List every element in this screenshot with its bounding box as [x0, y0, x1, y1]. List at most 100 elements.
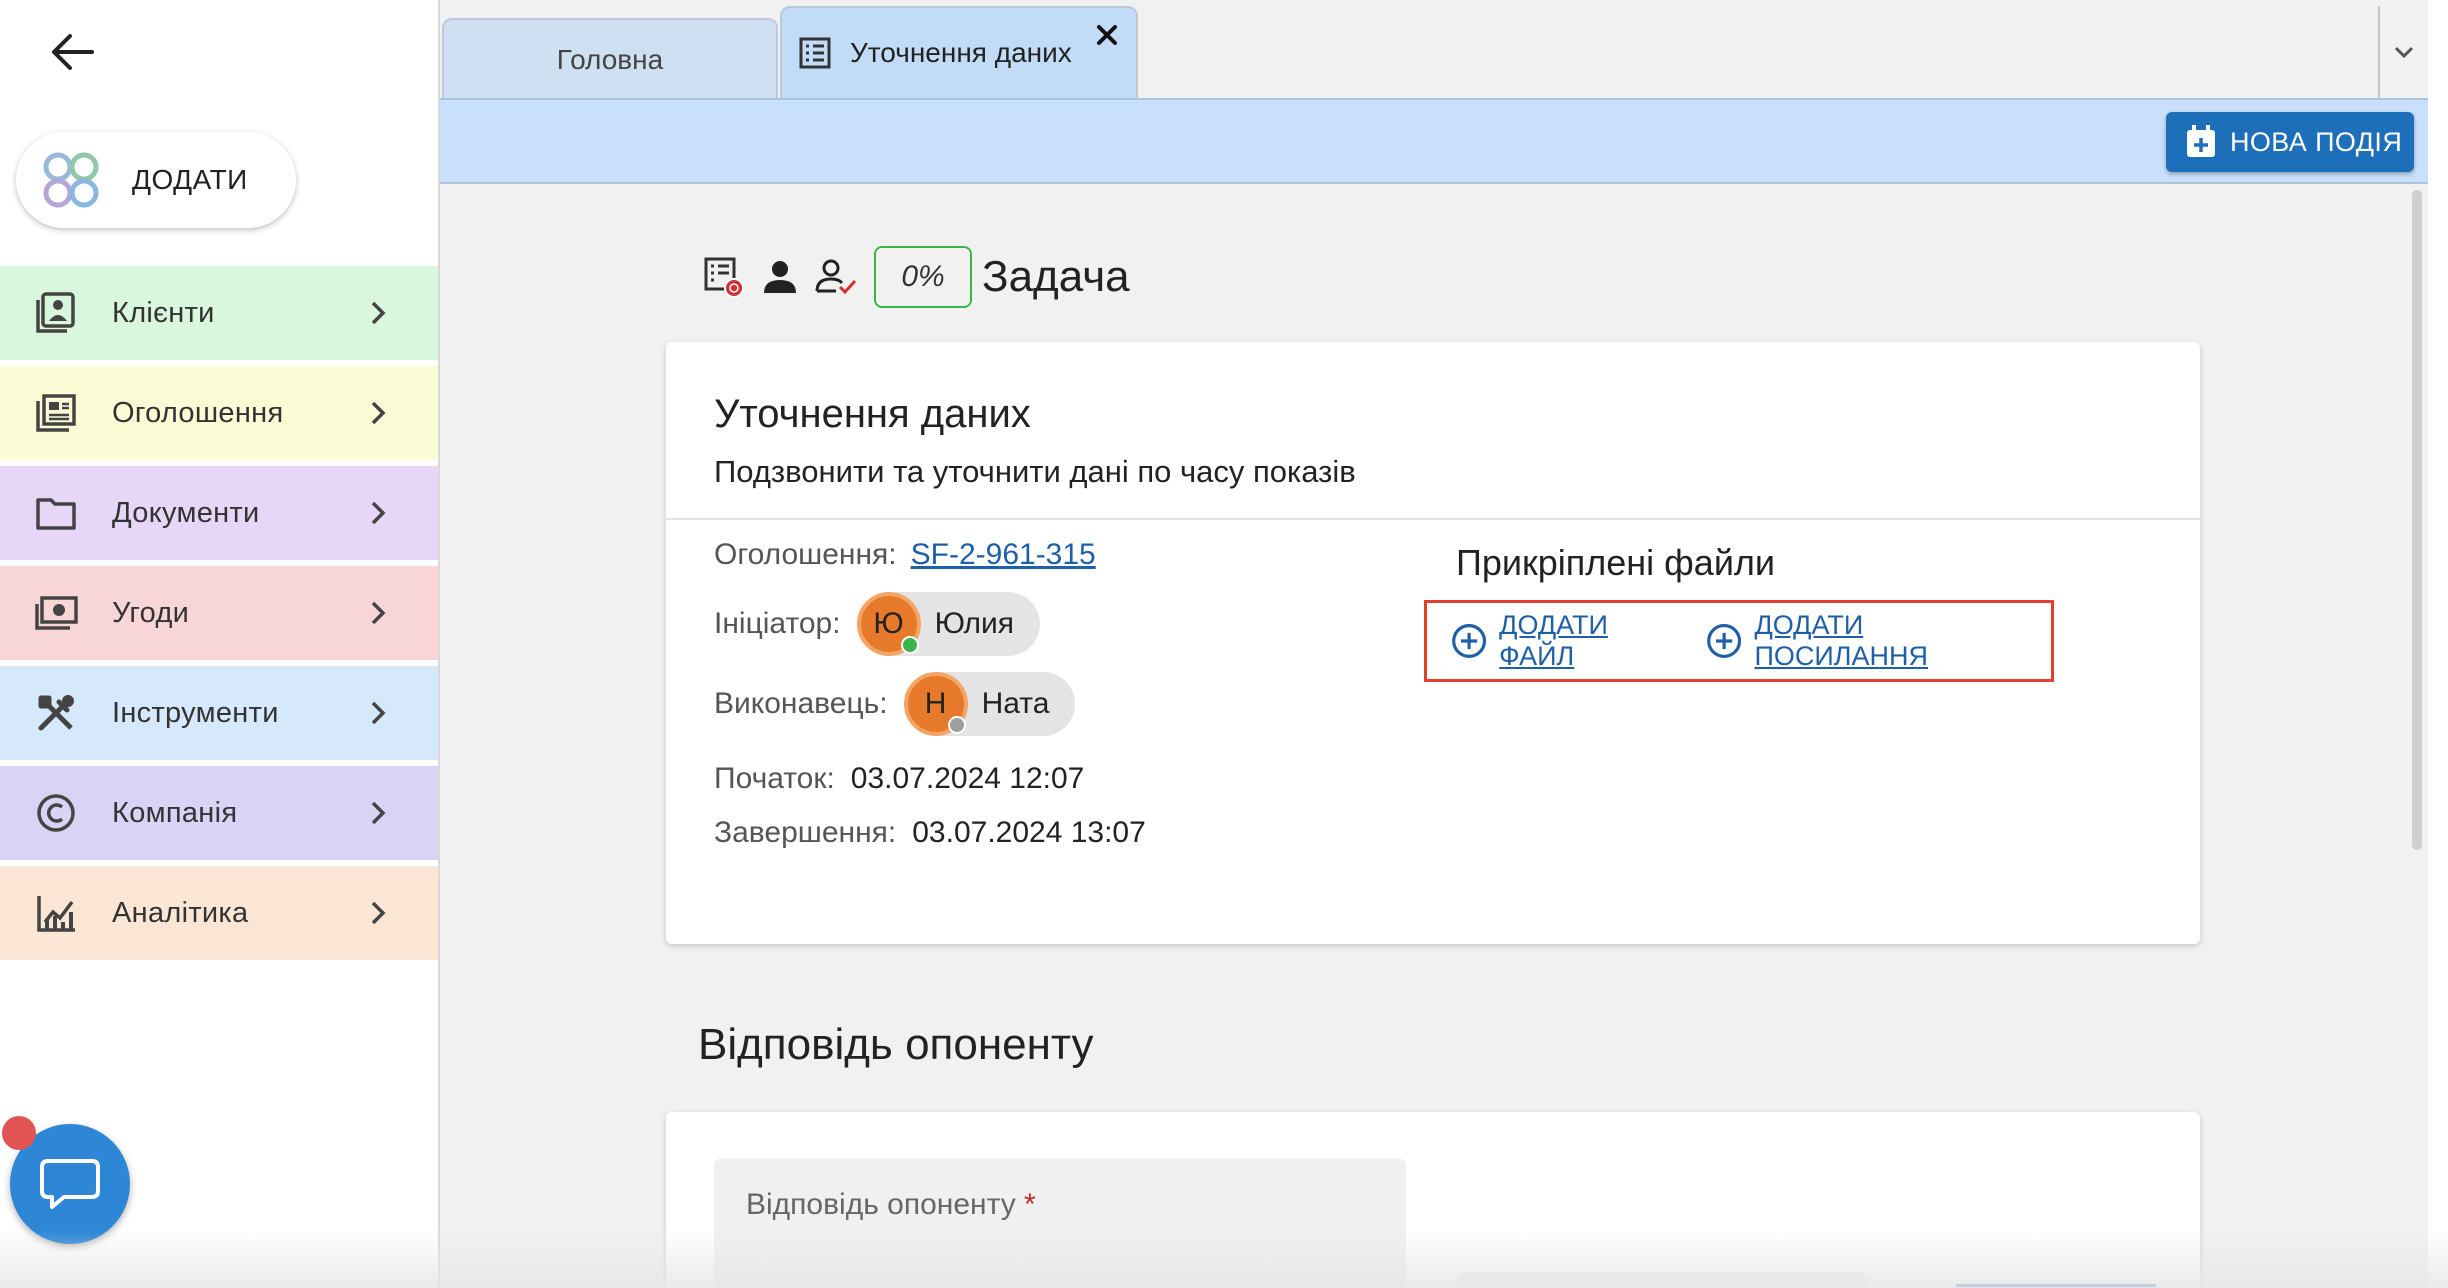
- add-button-label: ДОДАТИ: [132, 164, 248, 195]
- ad-label: Оголошення:: [714, 538, 897, 571]
- add-link-button[interactable]: ДОДАТИ ПОСИЛАННЯ: [1706, 610, 2017, 672]
- tab-task[interactable]: Уточнення даних: [780, 6, 1138, 98]
- file-actions: ДОДАТИ ФАЙЛ ДОДАТИ ПОСИЛАННЯ: [1424, 600, 2054, 682]
- sidebar-item-label: Оголошення: [112, 396, 284, 429]
- chat-bubble-icon: [40, 1159, 100, 1209]
- initiator-name: Юлия: [934, 607, 1015, 640]
- ad-link[interactable]: SF-2-961-315: [911, 538, 1096, 572]
- chart-icon: [34, 891, 78, 935]
- money-icon: [34, 591, 78, 635]
- copyright-icon: [34, 791, 78, 835]
- tab-label: Уточнення даних: [850, 37, 1072, 68]
- add-link-label: ДОДАТИ ПОСИЛАННЯ: [1754, 610, 1929, 671]
- start-value: 03.07.2024 12:07: [850, 762, 1085, 795]
- person-icon: [756, 253, 804, 301]
- add-file-label: ДОДАТИ ФАЙЛ: [1499, 610, 1608, 671]
- executor-name: Ната: [981, 687, 1050, 720]
- task-status-icon: [700, 253, 748, 301]
- avatar: Ю: [856, 592, 921, 656]
- answer-section-title: Відповідь опоненту: [698, 1020, 1094, 1069]
- chevron-right-icon: [371, 501, 386, 525]
- initiator-chip[interactable]: Ю Юлия: [856, 592, 1041, 656]
- new-event-button[interactable]: НОВА ПОДІЯ: [2166, 112, 2414, 172]
- initiator-row: Ініціатор: Ю Юлия: [714, 592, 1041, 656]
- online-status-dot: [900, 636, 919, 654]
- contacts-icon: [34, 291, 78, 335]
- tabs-more-button[interactable]: [2378, 6, 2428, 98]
- task-type-label: Задача: [982, 252, 1130, 301]
- chevron-right-icon: [371, 901, 386, 925]
- sidebar-item-deals[interactable]: Угоди: [0, 566, 438, 660]
- arrow-left-icon: [52, 34, 94, 70]
- task-description: Подзвонити та уточнити дані по часу пока…: [714, 454, 1356, 489]
- add-file-button[interactable]: ДОДАТИ ФАЙЛ: [1451, 610, 1672, 672]
- sidebar-item-company[interactable]: Компанія: [0, 766, 438, 860]
- sidebar-item-tools[interactable]: Інструменти: [0, 666, 438, 760]
- chat-notification-badge: [2, 1116, 36, 1150]
- answer-card: Відповідь опоненту *: [666, 1112, 2200, 1288]
- start-row: Початок: 03.07.2024 12:07: [714, 762, 1084, 796]
- executor-chip[interactable]: Н Ната: [903, 672, 1076, 736]
- sidebar-item-label: Документи: [112, 496, 260, 529]
- scrollbar-thumb[interactable]: [2412, 190, 2422, 850]
- tab-label: Головна: [556, 44, 664, 75]
- sidebar-item-analytics[interactable]: Аналітика: [0, 866, 438, 960]
- start-label: Початок:: [714, 762, 835, 795]
- avatar-initial: Н: [924, 687, 947, 720]
- close-icon[interactable]: [1092, 20, 1122, 50]
- end-label: Завершення:: [714, 816, 897, 849]
- avatar-initial: Ю: [873, 607, 904, 640]
- back-button[interactable]: [44, 28, 100, 76]
- new-event-label: НОВА ПОДІЯ: [2230, 126, 2403, 157]
- sidebar-item-label: Аналітика: [112, 896, 249, 929]
- sidebar-item-label: Компанія: [112, 796, 238, 829]
- newspaper-icon: [34, 391, 78, 435]
- executor-row: Виконавець: Н Ната: [714, 672, 1076, 736]
- tab-bar: Головна Уточнення даних: [440, 0, 2428, 100]
- chevron-right-icon: [371, 301, 386, 325]
- tools-icon: [34, 691, 78, 735]
- task-list-icon: [799, 37, 831, 69]
- attached-files-title: Прикріплені файли: [1456, 542, 1776, 583]
- sidebar-item-label: Клієнти: [112, 296, 215, 329]
- task-card: Уточнення даних Подзвонити та уточнити д…: [666, 342, 2200, 944]
- chevron-down-icon: [2394, 46, 2414, 59]
- executor-label: Виконавець:: [714, 687, 888, 720]
- chevron-right-icon: [371, 801, 386, 825]
- avatar: Н: [903, 672, 968, 736]
- answer-select-field[interactable]: [1456, 1272, 1866, 1288]
- sidebar: ДОДАТИ Клієнти Оголошення Документи Угод…: [0, 0, 440, 1288]
- app-logo-icon: [43, 152, 99, 208]
- chevron-right-icon: [371, 401, 386, 425]
- window-edge: [2428, 0, 2448, 1288]
- required-mark: *: [1024, 1188, 1036, 1221]
- folder-icon: [34, 491, 78, 535]
- answer-field-label: Відповідь опоненту *: [746, 1188, 1036, 1222]
- task-header: 0% Задача: [700, 244, 1130, 310]
- sidebar-item-clients[interactable]: Клієнти: [0, 266, 438, 360]
- ad-row: Оголошення: SF-2-961-315: [714, 538, 1096, 572]
- person-check-icon: [812, 253, 860, 301]
- divider: [666, 518, 2200, 520]
- sidebar-item-label: Угоди: [112, 596, 190, 629]
- plus-circle-icon: [1707, 624, 1742, 658]
- tab-home[interactable]: Головна: [442, 18, 778, 100]
- end-value: 03.07.2024 13:07: [912, 816, 1146, 849]
- sidebar-menu: Клієнти Оголошення Документи Угоди Інстр…: [0, 266, 438, 966]
- offline-status-dot: [947, 716, 966, 734]
- add-button[interactable]: ДОДАТИ: [16, 132, 296, 228]
- calendar-add-icon: [2187, 125, 2215, 157]
- answer-submit-button[interactable]: [1956, 1284, 2156, 1288]
- task-title: Уточнення даних: [714, 392, 1031, 436]
- main-content: 0% Задача Уточнення даних Подзвонити та …: [440, 184, 2400, 1288]
- plus-circle-icon: [1452, 624, 1487, 658]
- chevron-right-icon: [371, 601, 386, 625]
- progress-badge: 0%: [874, 246, 972, 308]
- toolbar: НОВА ПОДІЯ: [440, 98, 2428, 184]
- initiator-label: Ініціатор:: [714, 607, 841, 640]
- sidebar-item-ads[interactable]: Оголошення: [0, 366, 438, 460]
- sidebar-item-documents[interactable]: Документи: [0, 466, 438, 560]
- answer-field-label-text: Відповідь опоненту: [746, 1188, 1016, 1221]
- answer-textarea[interactable]: Відповідь опоненту *: [714, 1158, 1406, 1288]
- chevron-right-icon: [371, 701, 386, 725]
